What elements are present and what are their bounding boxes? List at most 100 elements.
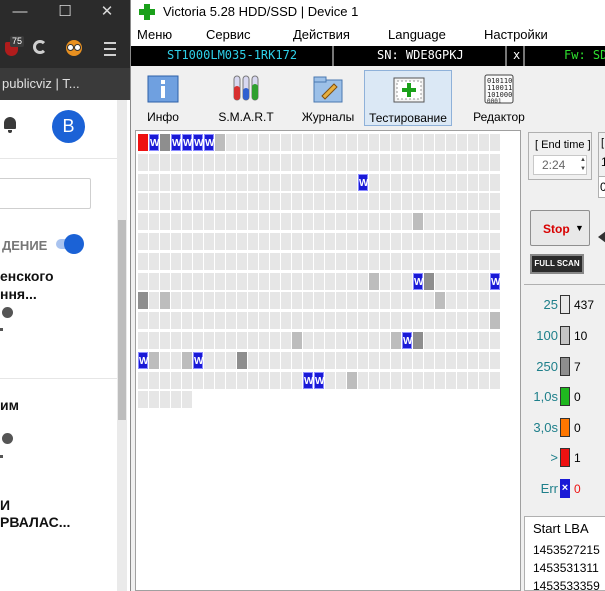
menu-item-actions[interactable]: Действия [293,27,350,42]
swirl-extension-icon[interactable] [33,40,47,54]
close-icon[interactable]: ✕ [97,2,117,22]
scan-block [380,213,390,230]
scan-block [281,253,291,270]
scan-block [149,332,159,349]
scan-block [248,292,258,309]
toolbar-editor-button[interactable]: 010110 110011 101000 0001 Редактор [465,70,533,126]
scan-block [204,312,214,329]
scan-block [347,292,357,309]
scan-block [413,174,423,191]
scan-block [336,372,346,389]
scan-block [358,292,368,309]
toolbar-info-button[interactable]: Инфо [139,70,187,126]
toolbar-logs-button[interactable]: Журналы [297,70,359,126]
scan-block [215,253,225,270]
search-input[interactable] [0,178,91,209]
menu-item-service[interactable]: Сервис [206,27,251,42]
scan-block [226,154,236,171]
scan-block [325,372,335,389]
scan-block [369,154,379,171]
list-item-title[interactable]: И [0,497,10,513]
lba-row[interactable]: 1453533359 [533,579,600,591]
full-scan-button[interactable]: FULL SCAN [530,254,584,274]
drive-close-button[interactable]: x [513,48,520,62]
toggle-switch[interactable] [56,234,84,254]
scan-block [248,213,258,230]
scrollbar[interactable] [117,100,127,591]
scan-block [160,292,170,309]
scan-block [314,292,324,309]
scan-block [325,134,335,151]
list-item-title[interactable]: енского [0,268,54,284]
scan-block [479,193,489,210]
scan-block [424,312,434,329]
scan-block [248,193,258,210]
list-item-title[interactable]: им [0,397,19,413]
legend-row[interactable]: 100 10 [524,326,605,346]
scan-block [325,193,335,210]
scan-block [193,332,203,349]
scan-block [171,273,181,290]
toolbar-testing-button[interactable]: Тестирование [364,70,452,126]
scan-block [237,372,247,389]
list-item-title[interactable]: ння... [0,286,37,302]
scan-block [391,273,401,290]
scan-block [160,174,170,191]
browser-tab-title[interactable]: publicviz | T... [2,76,80,91]
legend-row[interactable]: 3,0s 0 [524,418,605,438]
legend-count: 1 [574,451,581,465]
scan-block [479,233,489,250]
menu-item-language[interactable]: Language [388,27,446,42]
legend-row[interactable]: Err × 0 [524,479,605,499]
scan-block [237,233,247,250]
lba-row[interactable]: 1453527215 [533,543,600,557]
scan-block [413,312,423,329]
scan-block [259,193,269,210]
owl-extension-icon[interactable] [66,40,82,56]
scan-block [303,332,313,349]
toolbar-smart-button[interactable]: S.M.A.R.T [211,70,281,126]
scan-block [479,174,489,191]
scan-block [182,391,192,408]
scan-block [479,312,489,329]
scan-block [358,213,368,230]
scan-block [292,352,302,369]
scan-block [402,134,412,151]
scan-block [435,134,445,151]
menu-item-settings[interactable]: Настройки [484,27,548,42]
scan-block-warning: W [402,332,412,349]
ublock-extension-icon[interactable]: 75 [2,36,25,58]
scan-block [402,233,412,250]
legend-row[interactable]: 250 7 [524,357,605,377]
maximize-icon[interactable]: ☐ [55,2,75,22]
scan-block [347,174,357,191]
menu-item-menu[interactable]: Меню [137,27,172,42]
scrollbar-thumb[interactable] [118,220,126,420]
scan-block [314,174,324,191]
spinner-icon[interactable]: ▲ ▼ [578,156,588,174]
start-lba-group: [ 1 [598,132,605,180]
end-time-group: [ End time ] 2:24 ▲ ▼ [528,132,592,180]
stop-button[interactable]: Stop ▼ [530,210,590,246]
list-item-title[interactable]: РВАЛАС... [0,514,70,530]
scan-block [325,332,335,349]
end-time-input[interactable]: 2:24 ▲ ▼ [533,155,587,175]
scan-block [226,312,236,329]
minimize-icon[interactable]: — [10,2,30,22]
end-lba-field[interactable]: 0 [598,176,605,198]
avatar[interactable]: B [52,110,85,143]
scan-block [292,332,302,349]
scan-block [468,332,478,349]
scan-block [149,174,159,191]
scan-block [468,233,478,250]
scan-block [325,213,335,230]
bell-icon[interactable] [3,117,17,133]
legend-row[interactable]: >1 [524,448,605,468]
legend-row[interactable]: 1,0s 0 [524,387,605,407]
legend-row[interactable]: 25 437 [524,295,605,315]
legend-count: 437 [574,298,595,312]
lba-row[interactable]: 1453531311 [533,561,599,575]
collapse-arrow-icon[interactable] [598,231,605,243]
browser-menu-icon[interactable] [104,38,116,58]
scan-block [402,273,412,290]
